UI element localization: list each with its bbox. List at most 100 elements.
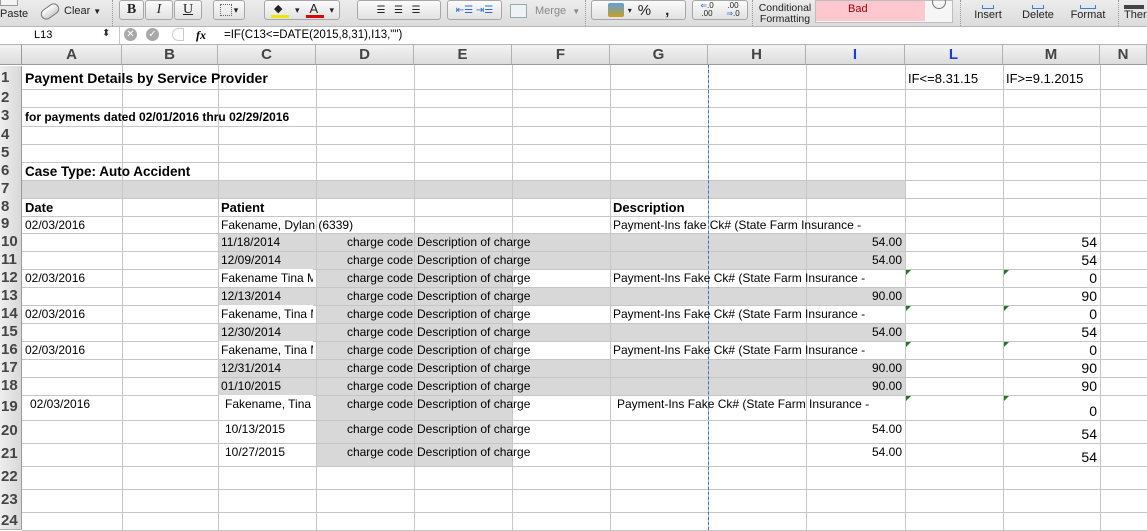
row-header-7[interactable]: 7 — [0, 179, 22, 198]
cancel-icon[interactable]: ✕ — [124, 28, 137, 41]
m-value-cell[interactable]: 54 — [1006, 420, 1097, 443]
m1-label[interactable]: IF>=9.1.2015 — [1006, 67, 1097, 89]
m-value-cell[interactable]: 90 — [1006, 359, 1097, 377]
decrease-indent-icon[interactable]: ⇤☰ — [456, 5, 473, 16]
charge-code-cell[interactable]: charge code — [316, 269, 413, 287]
charge-description-cell[interactable]: Description of charge — [417, 395, 607, 420]
m-value-cell[interactable]: 54 — [1006, 251, 1097, 269]
amount-cell[interactable]: 90.00 — [809, 377, 902, 395]
themes-button[interactable]: Ther — [1124, 0, 1147, 26]
borders-button[interactable]: ▾ — [213, 0, 245, 20]
charge-code-cell[interactable]: charge code — [316, 395, 413, 420]
charge-description-cell[interactable]: Description of charge — [417, 443, 607, 466]
row-header-11[interactable]: 11 — [0, 250, 22, 269]
row-header-4[interactable]: 4 — [0, 125, 22, 144]
header-patient[interactable]: Patient — [221, 198, 313, 216]
date-cell[interactable]: 02/03/2016 — [25, 341, 119, 359]
amount-cell[interactable]: 54.00 — [809, 233, 902, 251]
merge-button[interactable]: Merge ▼ — [510, 2, 580, 20]
row-header-12[interactable]: 12 — [0, 268, 22, 287]
amount-cell[interactable]: 90.00 — [809, 359, 902, 377]
underline-button[interactable]: U — [174, 0, 202, 20]
charge-description-cell[interactable]: Description of charge — [417, 377, 607, 395]
charge-description-cell[interactable]: Description of charge — [417, 233, 607, 251]
patient-cell[interactable]: 01/10/2015 — [221, 377, 313, 395]
clear-button[interactable]: Clear ▼ — [38, 0, 101, 22]
charge-code-cell[interactable]: charge code — [316, 443, 413, 466]
row-header-21[interactable]: 21 — [0, 442, 22, 466]
row-header-17[interactable]: 17 — [0, 358, 22, 377]
m-value-cell[interactable]: 0 — [1006, 341, 1097, 359]
patient-cell[interactable]: 10/27/2015 — [221, 443, 313, 466]
m-value-cell[interactable]: 54 — [1006, 323, 1097, 341]
row-header-5[interactable]: 5 — [0, 143, 22, 162]
patient-cell[interactable]: Fakename, Dylan (6339) — [221, 216, 509, 233]
column-header-E[interactable]: E — [414, 45, 512, 65]
amount-cell[interactable]: 90.00 — [809, 287, 902, 305]
patient-cell[interactable]: 11/18/2014 — [221, 233, 313, 251]
charge-description-cell[interactable]: Description of charge — [417, 359, 607, 377]
charge-description-cell[interactable]: Description of charge — [417, 251, 607, 269]
charge-description-cell[interactable]: Description of charge — [417, 323, 607, 341]
row-header-9[interactable]: 9 — [0, 215, 22, 233]
row-header-10[interactable]: 10 — [0, 232, 22, 251]
charge-code-cell[interactable]: charge code — [316, 287, 413, 305]
select-all-corner[interactable] — [0, 45, 22, 65]
column-header-G[interactable]: G — [610, 45, 708, 65]
stepper-icon[interactable]: ⬍ — [102, 28, 110, 39]
m-value-cell[interactable]: 90 — [1006, 377, 1097, 395]
paste-button[interactable]: Paste — [0, 8, 28, 20]
m-value-cell[interactable]: 0 — [1006, 269, 1097, 287]
patient-cell[interactable]: Fakename, Tina M — [219, 341, 313, 359]
charge-code-cell[interactable]: charge code — [316, 305, 413, 323]
name-box[interactable]: L13 ⬍ — [0, 27, 120, 44]
patient-cell[interactable]: 12/09/2014 — [221, 251, 313, 269]
formula-input[interactable]: =IF(C13<=DATE(2015,8,31),I13,"") — [224, 29, 402, 41]
patient-cell[interactable]: Fakename, Tina M — [219, 305, 313, 323]
italic-button[interactable]: I — [145, 0, 173, 20]
sheet-title[interactable]: Payment Details by Service Provider — [25, 67, 411, 89]
row-header-8[interactable]: 8 — [0, 197, 22, 216]
column-header-N[interactable]: N — [1100, 45, 1147, 65]
column-header-H[interactable]: H — [708, 45, 806, 65]
row-header-6[interactable]: 6 — [0, 161, 22, 180]
row-header-1[interactable]: 1 — [0, 66, 22, 89]
row-header-18[interactable]: 18 — [0, 376, 22, 395]
function-wizard-icon[interactable] — [172, 28, 184, 41]
row-header-3[interactable]: 3 — [0, 106, 22, 126]
m-value-cell[interactable]: 0 — [1006, 395, 1097, 420]
row-header-15[interactable]: 15 — [0, 322, 22, 341]
comma-button[interactable]: , — [665, 2, 669, 19]
percent-button[interactable]: % — [638, 2, 651, 19]
l1-label[interactable]: IF<=8.31.15 — [908, 67, 1000, 89]
column-header-D[interactable]: D — [316, 45, 414, 65]
error-indicator-icon[interactable] — [906, 396, 911, 401]
date-cell[interactable]: 02/03/2016 — [25, 395, 119, 420]
row-header-22[interactable]: 22 — [0, 465, 22, 489]
date-cell[interactable]: 02/03/2016 — [25, 269, 119, 287]
error-indicator-icon[interactable] — [906, 306, 911, 311]
row-header-23[interactable]: 23 — [0, 488, 22, 512]
align-right-icon[interactable]: ☰ — [412, 5, 422, 16]
row-header-20[interactable]: 20 — [0, 419, 22, 443]
row-header-16[interactable]: 16 — [0, 340, 22, 359]
column-header-B[interactable]: B — [122, 45, 218, 65]
increase-decimal-button[interactable]: ⇐.0.00 — [694, 2, 720, 18]
column-header-L[interactable]: L — [905, 45, 1003, 65]
row-header-2[interactable]: 2 — [0, 88, 22, 107]
column-header-M[interactable]: M — [1003, 45, 1100, 65]
charge-description-cell[interactable]: Description of charge — [417, 287, 607, 305]
amount-cell[interactable]: 54.00 — [809, 443, 902, 466]
charge-description-cell[interactable]: Description of charge — [417, 305, 607, 323]
column-header-I[interactable]: I — [806, 45, 905, 65]
patient-cell[interactable]: 12/30/2014 — [221, 323, 313, 341]
row-header-13[interactable]: 13 — [0, 286, 22, 305]
patient-cell[interactable]: Fakename Tina M — [219, 269, 313, 287]
align-buttons[interactable]: ☰ ☰ ☰ — [357, 0, 441, 20]
gallery-more-icon[interactable] — [932, 0, 946, 9]
decrease-decimal-button[interactable]: .00 ⇒.0 — [720, 2, 746, 18]
align-left-icon[interactable]: ☰ — [376, 5, 386, 16]
case-type[interactable]: Case Type: Auto Accident — [25, 162, 215, 180]
patient-cell[interactable]: 12/31/2014 — [221, 359, 313, 377]
subtitle[interactable]: for payments dated 02/01/2016 thru 02/29… — [25, 107, 411, 126]
